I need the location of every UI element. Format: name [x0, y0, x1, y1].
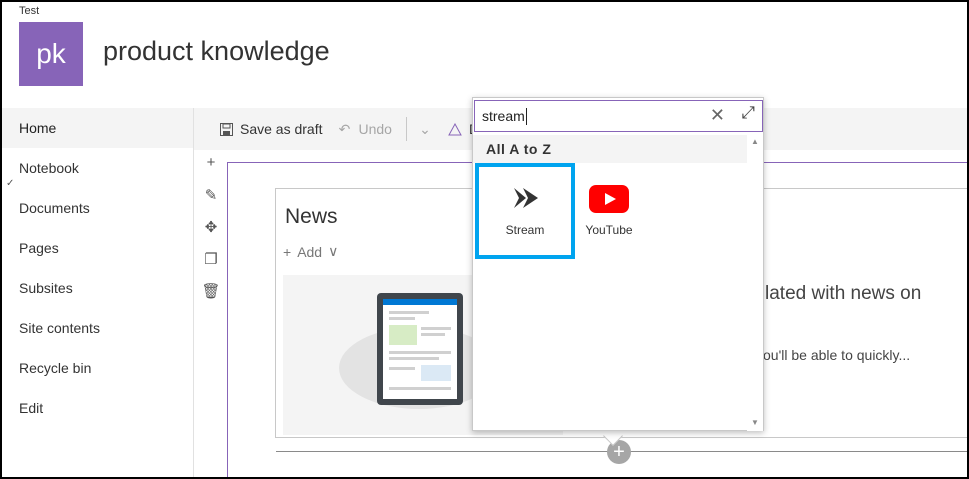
nav-item-subsites[interactable]: Subsites — [2, 268, 193, 308]
app-window: Test pk product knowledge Home Notebook … — [2, 2, 967, 477]
clear-search-icon[interactable]: ✕ — [710, 105, 725, 126]
chevron-down-icon: ⌄ — [419, 120, 431, 137]
move-icon[interactable]: ✥ — [205, 218, 218, 237]
save-draft-button[interactable]: Save as draft — [218, 121, 323, 137]
more-dropdown[interactable]: ⌄ — [417, 121, 433, 137]
nav-item-edit[interactable]: Edit — [2, 388, 193, 428]
save-draft-label: Save as draft — [240, 121, 323, 137]
undo-label: Undo — [358, 121, 392, 137]
nav-item-notebook[interactable]: Notebook — [2, 148, 193, 188]
nav-item-site-contents[interactable]: Site contents — [2, 308, 193, 348]
news-promo-heading: lated with news on — [765, 283, 922, 304]
expand-icon[interactable]: ⤢ — [741, 103, 755, 123]
scroll-up-icon[interactable]: ▲ — [751, 137, 759, 146]
toolbar-divider — [405, 117, 407, 141]
news-add-button[interactable]: + Add ∨ — [283, 243, 338, 260]
scroll-down-icon[interactable]: ▼ — [751, 418, 759, 427]
delete-icon[interactable]: 🗑 — [201, 282, 220, 301]
undo-icon: ↶ — [338, 120, 351, 137]
tablet-illustration — [377, 293, 463, 405]
news-title[interactable]: News — [285, 205, 338, 229]
stream-icon — [510, 186, 540, 213]
youtube-icon — [589, 185, 629, 213]
left-navigation: Home Notebook Documents Pages Subsites S… — [2, 108, 194, 477]
save-icon — [218, 121, 234, 137]
undo-button[interactable]: ↶ Undo — [337, 120, 392, 138]
section-header: All A to Z — [473, 135, 763, 163]
subsites-expand-icon[interactable]: ✓ — [6, 178, 14, 189]
webpart-picker: stream ✕ ⤢ All A to Z ▲ ▼ Stream YouTube — [472, 97, 764, 431]
plus-icon: + — [283, 243, 292, 260]
nav-item-documents[interactable]: Documents — [2, 188, 193, 228]
webpart-tile-youtube[interactable]: YouTube — [559, 163, 659, 259]
search-value: stream — [482, 108, 525, 124]
design-icon — [447, 121, 463, 137]
nav-item-pages[interactable]: Pages — [2, 228, 193, 268]
edit-webpart-icon[interactable]: ✎ — [205, 186, 218, 205]
news-add-label: Add — [297, 243, 323, 260]
section-toolbar: + ✎ ✥ ❐ 🗑 — [199, 154, 223, 301]
site-label: Test — [19, 5, 40, 17]
news-promo-text: ou'll be able to quickly... — [763, 347, 911, 363]
webpart-tile-label: Stream — [505, 222, 545, 237]
nav-item-home[interactable]: Home — [2, 108, 193, 148]
duplicate-icon[interactable]: ❐ — [204, 250, 217, 269]
add-icon[interactable]: + — [207, 154, 216, 173]
site-logo[interactable]: pk — [19, 22, 83, 86]
picker-scrollbar[interactable]: ▲ ▼ — [747, 135, 763, 431]
nav-item-recycle-bin[interactable]: Recycle bin — [2, 348, 193, 388]
chevron-down-icon: ∨ — [328, 243, 339, 259]
webpart-tile-label: YouTube — [585, 223, 633, 237]
site-title[interactable]: product knowledge — [103, 36, 330, 67]
